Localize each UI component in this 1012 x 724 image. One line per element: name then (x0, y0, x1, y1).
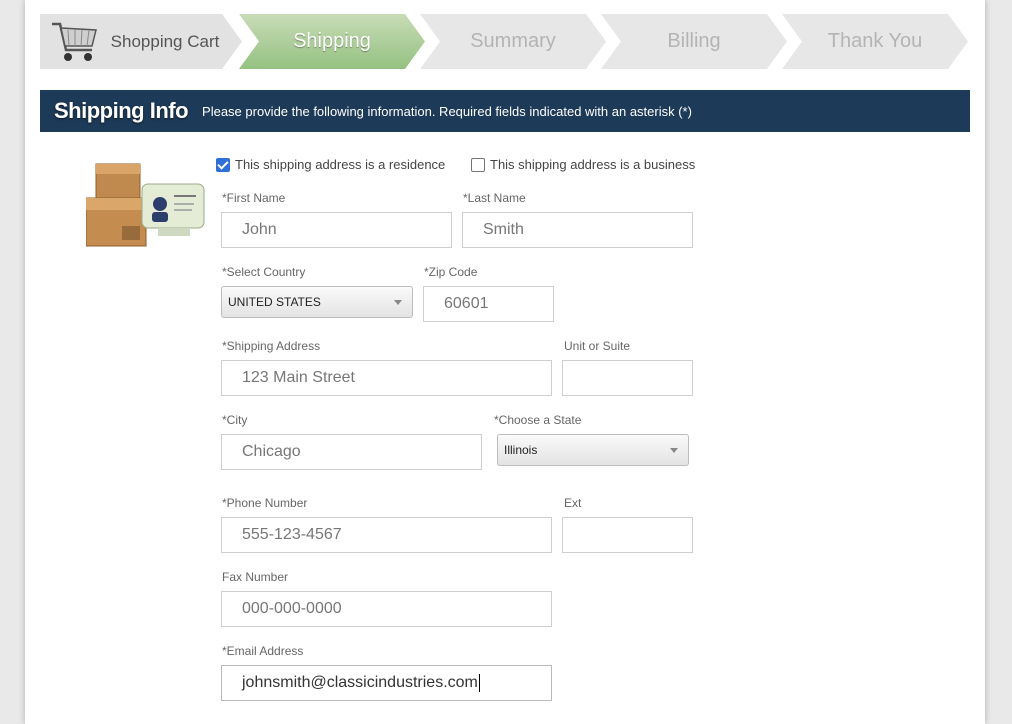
state-value: Illinois (504, 443, 538, 457)
country-select[interactable]: UNITED STATES (221, 286, 413, 318)
ext-label: Ext (564, 496, 582, 510)
last-name-input[interactable]: Smith (462, 212, 693, 248)
business-option[interactable]: This shipping address is a business (471, 157, 695, 172)
chevron-down-icon (394, 300, 402, 305)
step-shopping-cart[interactable]: Shopping Cart (40, 14, 242, 69)
zip-label: *Zip Code (424, 265, 478, 279)
business-label: This shipping address is a business (490, 157, 696, 172)
step-summary[interactable]: Summary (420, 14, 606, 69)
email-label: *Email Address (222, 644, 304, 658)
phone-label: *Phone Number (222, 496, 308, 510)
email-value: johnsmith@classicindustries.com (242, 674, 478, 691)
country-label: *Select Country (222, 265, 306, 279)
checkout-progress: Shopping Cart Shipping Summary Billing T… (40, 14, 970, 69)
residence-label: This shipping address is a residence (235, 157, 446, 172)
city-input[interactable]: Chicago (221, 434, 482, 470)
first-name-label: *First Name (222, 191, 286, 205)
step-label: Thank You (827, 30, 923, 52)
step-label: Shipping (293, 30, 371, 52)
chevron-down-icon (670, 448, 678, 453)
residence-option[interactable]: This shipping address is a residence (216, 157, 445, 172)
shipping-info-header: Shipping Info Please provide the followi… (40, 90, 970, 132)
step-label: Shopping Cart (110, 31, 220, 51)
step-billing[interactable]: Billing (601, 14, 787, 69)
ext-input[interactable] (562, 517, 693, 553)
shipping-boxes-illustration (86, 163, 205, 247)
state-select[interactable]: Illinois (497, 434, 689, 466)
residence-checkbox[interactable] (216, 157, 230, 172)
step-thank-you[interactable]: Thank You (782, 14, 968, 69)
section-title: Shipping Info (54, 98, 189, 123)
step-shipping[interactable]: Shipping (239, 14, 425, 69)
last-name-label: *Last Name (463, 191, 526, 205)
address-label: *Shipping Address (222, 339, 321, 353)
phone-input[interactable]: 555-123-4567 (221, 517, 552, 553)
unit-label: Unit or Suite (564, 339, 631, 353)
step-label: Summary (470, 30, 556, 52)
first-name-input[interactable]: John (221, 212, 452, 248)
zip-input[interactable]: 60601 (423, 286, 554, 322)
section-description: Please provide the following information… (202, 103, 692, 119)
address-input[interactable]: 123 Main Street (221, 360, 552, 396)
fax-input[interactable]: 000-000-0000 (221, 591, 552, 627)
email-input[interactable]: johnsmith@classicindustries.com (221, 665, 552, 701)
city-label: *City (222, 413, 248, 427)
country-value: UNITED STATES (228, 295, 321, 309)
shopping-cart-icon (48, 18, 100, 64)
state-label: *Choose a State (494, 413, 582, 427)
unit-input[interactable] (562, 360, 693, 396)
fax-label: Fax Number (222, 570, 289, 584)
business-checkbox[interactable] (471, 157, 485, 172)
step-label: Billing (667, 30, 721, 52)
text-cursor (478, 674, 480, 692)
